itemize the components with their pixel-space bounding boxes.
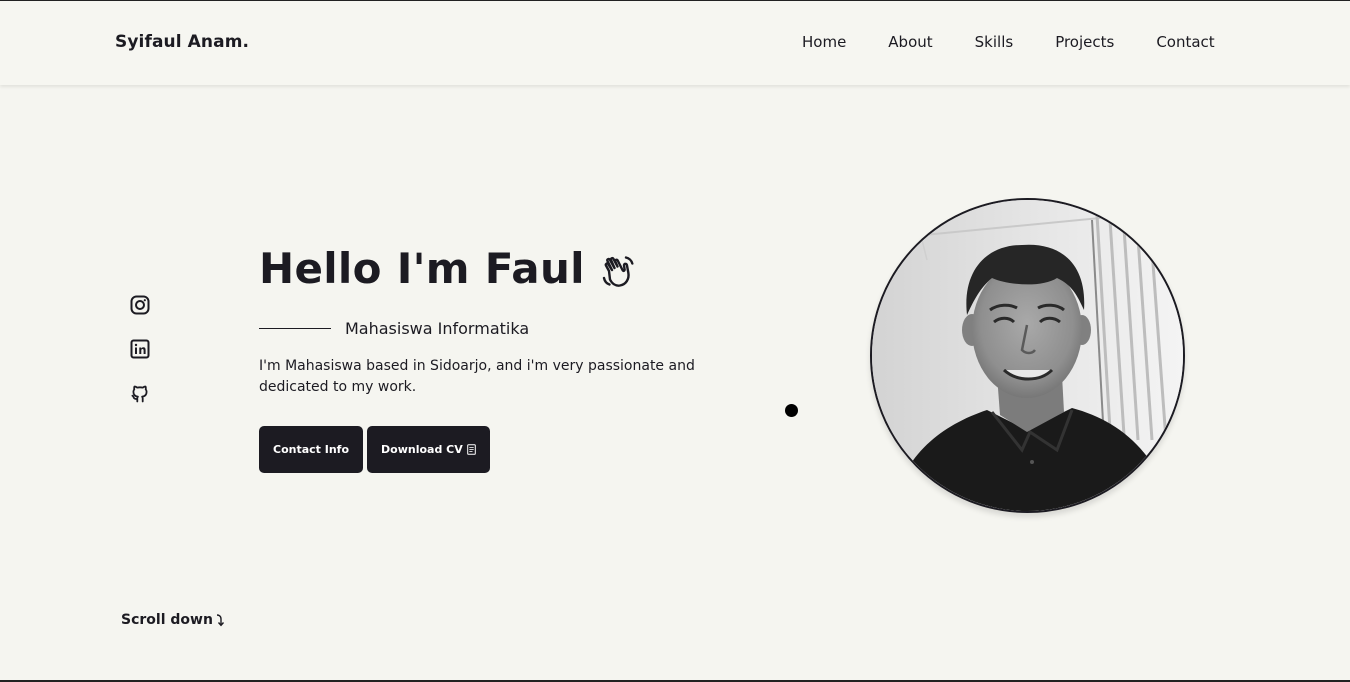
hero-description: I'm Mahasiswa based in Sidoarjo, and i'm…	[259, 358, 695, 395]
hero-subtitle: Mahasiswa Informatika	[345, 319, 530, 338]
social-links	[130, 295, 152, 427]
hero: Hello I'm Faul Mahasiswa Informatika I'm…	[259, 241, 729, 473]
document-icon	[466, 444, 476, 455]
logo[interactable]: Syifaul Anam.	[115, 32, 249, 52]
linkedin-icon[interactable]	[130, 339, 150, 359]
subtitle-row: Mahasiswa Informatika	[259, 319, 729, 338]
github-icon[interactable]	[130, 383, 150, 403]
profile-photo	[870, 198, 1185, 513]
nav-contact[interactable]: Contact	[1156, 33, 1214, 51]
nav-home[interactable]: Home	[802, 33, 846, 51]
hero-title-text: Hello I'm Faul	[259, 244, 585, 293]
instagram-icon[interactable]	[130, 295, 150, 315]
download-cv-button[interactable]: Download CV	[367, 426, 490, 473]
page: Syifaul Anam. Home About Skills Projects…	[0, 0, 1350, 682]
main-nav: Home About Skills Projects Contact	[802, 33, 1215, 51]
cursor-dot	[785, 404, 798, 417]
arrow-down-right-icon	[215, 613, 225, 627]
hero-title: Hello I'm Faul	[259, 241, 729, 297]
scroll-down-label: Scroll down	[121, 612, 213, 628]
nav-about[interactable]: About	[888, 33, 932, 51]
hero-buttons: Contact Info Download CV	[259, 426, 729, 473]
download-cv-label: Download CV	[381, 443, 463, 456]
waving-hand-icon	[599, 249, 639, 289]
contact-info-button[interactable]: Contact Info	[259, 426, 364, 473]
contact-info-label: Contact Info	[273, 443, 350, 456]
header: Syifaul Anam. Home About Skills Projects…	[0, 1, 1350, 85]
nav-skills[interactable]: Skills	[975, 33, 1014, 51]
nav-projects[interactable]: Projects	[1055, 33, 1114, 51]
scroll-down[interactable]: Scroll down	[121, 612, 225, 628]
subtitle-divider	[259, 328, 331, 329]
